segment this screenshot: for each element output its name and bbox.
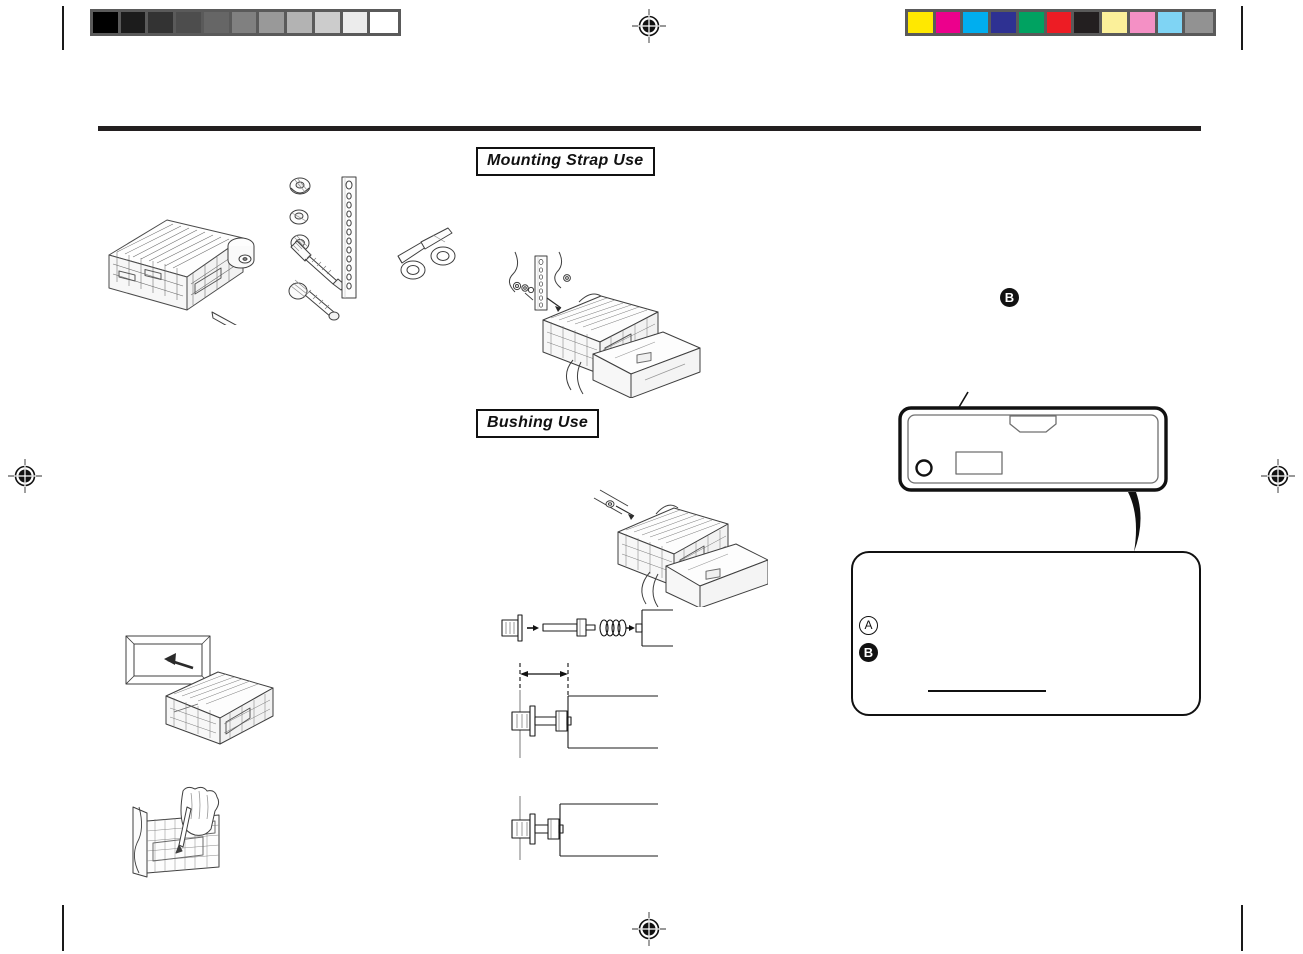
gray-swatch: [203, 12, 232, 33]
bushing-assembly-short-detail: [511, 796, 658, 860]
callout-underline: [928, 690, 1046, 692]
gray-swatch: [120, 12, 149, 33]
mounting-strap-installation-diagram: [509, 251, 701, 398]
bushing-assembly-dimension-detail: [511, 663, 658, 758]
callout-marker-a: A: [859, 616, 878, 635]
page-top-rule: [98, 126, 1201, 131]
color-swatch: [1074, 12, 1103, 33]
registration-target-left: [8, 459, 42, 493]
bushing-assembly-exploded-detail: [501, 609, 673, 647]
gray-swatch: [231, 12, 260, 33]
bushing-installation-diagram: [593, 489, 768, 607]
supplied-accessories-illustration: [108, 176, 456, 325]
crop-mark-bottom-right: [1241, 905, 1243, 951]
color-swatch: [991, 12, 1019, 33]
crop-mark-top-left: [62, 6, 64, 50]
gray-swatch: [287, 12, 315, 33]
gray-swatch: [176, 12, 204, 33]
gray-swatch: [314, 12, 343, 33]
grayscale-calibration-bar: [90, 9, 401, 36]
gray-swatch: [93, 12, 121, 33]
color-swatch: [908, 12, 936, 33]
crop-mark-bottom-left: [62, 905, 64, 951]
gray-swatch: [259, 12, 288, 33]
gray-swatch: [370, 12, 399, 33]
manual-page: Mounting Strap Use Bushing Use B A B: [0, 0, 1303, 954]
trim-plate-installation-diagram: [125, 635, 274, 745]
color-swatch: [1046, 12, 1075, 33]
color-swatch: [1129, 12, 1158, 33]
section-header-mounting-strap: Mounting Strap Use: [476, 147, 655, 176]
color-swatch: [1018, 12, 1047, 33]
color-calibration-bar: [905, 9, 1216, 36]
gray-swatch: [148, 12, 177, 33]
registration-target-right: [1261, 459, 1295, 493]
crop-mark-top-right: [1241, 6, 1243, 50]
color-swatch: [963, 12, 992, 33]
registration-target-top: [632, 9, 666, 43]
registration-target-bottom: [632, 912, 666, 946]
color-swatch: [1185, 12, 1214, 33]
bend-sleeve-tabs-diagram: [132, 786, 220, 878]
faceplate-front-view-diagram: [898, 391, 1168, 552]
section-header-bushing: Bushing Use: [476, 409, 600, 438]
color-swatch: [1157, 12, 1186, 33]
color-swatch: [1102, 12, 1130, 33]
color-swatch: [935, 12, 964, 33]
marker-b-standalone: B: [1000, 288, 1019, 307]
gray-swatch: [342, 12, 371, 33]
callout-marker-b: B: [859, 643, 878, 662]
